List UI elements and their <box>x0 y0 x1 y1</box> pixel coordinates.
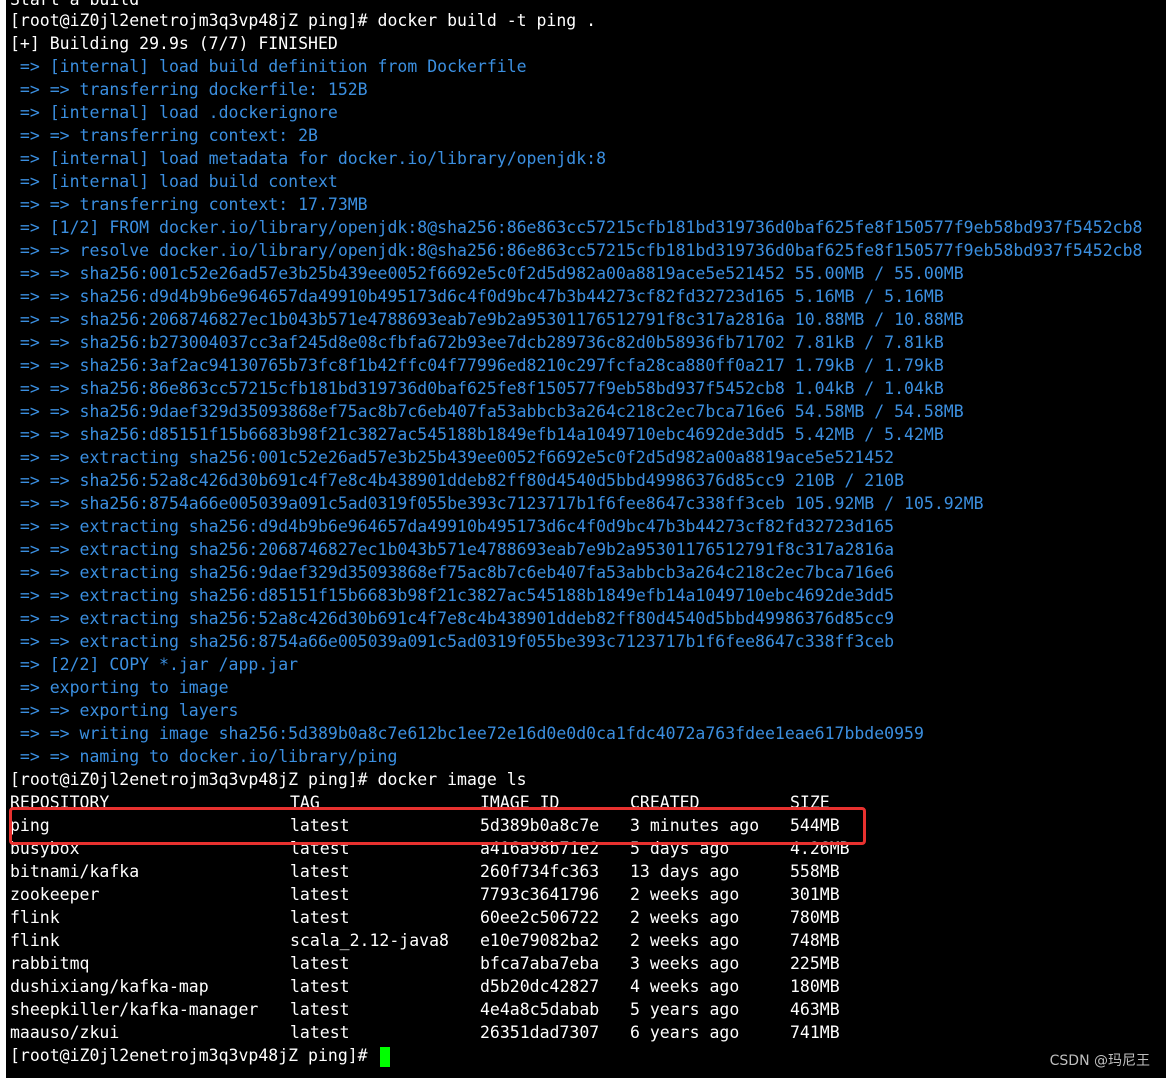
cell-repository: rabbitmq <box>10 954 90 973</box>
build-step-line: => => extracting sha256:d85151f15b6683b9… <box>10 586 895 605</box>
build-step-line: => [2/2] COPY *.jar /app.jar <box>10 655 299 674</box>
build-step-line: => => sha256:3af2ac94130765b73fc8f1b42ff… <box>10 356 944 375</box>
build-step-line: => => exporting layers <box>10 701 239 720</box>
cell-tag: latest <box>290 1000 350 1019</box>
cell-created: 4 weeks ago <box>630 977 740 996</box>
cell-created: 5 years ago <box>630 1000 740 1019</box>
build-step-line: => => extracting sha256:001c52e26ad57e3b… <box>10 448 895 467</box>
build-step-line: => => sha256:86e863cc57215cfb181bd319736… <box>10 379 944 398</box>
cell-image-id: d5b20dc42827 <box>480 977 600 996</box>
terminal-cursor <box>379 1046 390 1067</box>
build-step-line: => [1/2] FROM docker.io/library/openjdk:… <box>10 218 1143 237</box>
image-ls-command-line: [root@iZ0jl2enetrojm3q3vp48jZ ping]# doc… <box>10 770 527 789</box>
build-step-line: => => sha256:d9d4b9b6e964657da49910b4951… <box>10 287 944 306</box>
build-step-line: => => sha256:001c52e26ad57e3b25b439ee005… <box>10 264 964 283</box>
build-step-line: => => transferring context: 2B <box>10 126 318 145</box>
build-step-line: => => extracting sha256:2068746827ec1b04… <box>10 540 895 559</box>
build-step-line: => => writing image sha256:5d389b0a8c7e6… <box>10 724 924 743</box>
build-step-line: => => sha256:d85151f15b6683b98f21c3827ac… <box>10 425 944 444</box>
cell-tag: latest <box>290 954 350 973</box>
cell-tag: scala_2.12-java8 <box>290 931 449 950</box>
cell-image-id: bfca7aba7eba <box>480 954 600 973</box>
build-step-line: => => sha256:9daef329d35093868ef75ac8b7c… <box>10 402 964 421</box>
cell-repository: maauso/zkui <box>10 1023 120 1042</box>
final-prompt-text: [root@iZ0jl2enetrojm3q3vp48jZ ping]# <box>10 1046 378 1065</box>
cell-tag: latest <box>290 977 350 996</box>
build-command-line: [root@iZ0jl2enetrojm3q3vp48jZ ping]# doc… <box>10 11 597 30</box>
build-step-line: => [internal] load build definition from… <box>10 57 527 76</box>
build-step-line: => => extracting sha256:52a8c426d30b691c… <box>10 609 895 628</box>
cell-size: 301MB <box>790 885 840 904</box>
cell-created: 13 days ago <box>630 862 740 881</box>
cell-repository: dushixiang/kafka-map <box>10 977 209 996</box>
cell-repository: zookeeper <box>10 885 100 904</box>
cell-created: 3 weeks ago <box>630 954 740 973</box>
cell-size: 748MB <box>790 931 840 950</box>
cell-tag: latest <box>290 908 350 927</box>
build-step-line: => => transferring dockerfile: 152B <box>10 80 368 99</box>
build-step-line: => => sha256:2068746827ec1b043b571e47886… <box>10 310 964 329</box>
final-prompt-line[interactable]: [root@iZ0jl2enetrojm3q3vp48jZ ping]# <box>10 1044 390 1067</box>
csdn-watermark: CSDN @玛尼王 <box>1049 1053 1150 1069</box>
cell-image-id: 4e4a8c5dabab <box>480 1000 600 1019</box>
cell-size: 741MB <box>790 1023 840 1042</box>
cell-tag: latest <box>290 1023 350 1042</box>
cell-created: 2 weeks ago <box>630 908 740 927</box>
build-step-line: => => extracting sha256:8754a66e005039a0… <box>10 632 895 651</box>
cell-repository: sheepkiller/kafka-manager <box>10 1000 259 1019</box>
cell-created: 6 years ago <box>630 1023 740 1042</box>
cell-size: 558MB <box>790 862 840 881</box>
build-step-line: => => naming to docker.io/library/ping <box>10 747 398 766</box>
cell-tag: latest <box>290 862 350 881</box>
build-step-line: => exporting to image <box>10 678 229 697</box>
build-step-line: => => sha256:52a8c426d30b691c4f7e8c4b438… <box>10 471 905 490</box>
build-step-line: => => extracting sha256:d9d4b9b6e964657d… <box>10 517 895 536</box>
build-step-line: => => sha256:8754a66e005039a091c5ad0319f… <box>10 494 984 513</box>
cell-repository: flink <box>10 908 60 927</box>
build-step-line: => [internal] load metadata for docker.i… <box>10 149 607 168</box>
cell-image-id: 26351dad7307 <box>480 1023 600 1042</box>
cell-size: 780MB <box>790 908 840 927</box>
cell-image-id: 260f734fc363 <box>480 862 600 881</box>
building-status-line: [+] Building 29.9s (7/7) FINISHED <box>10 34 338 53</box>
cell-size: 225MB <box>790 954 840 973</box>
build-step-line: => => extracting sha256:9daef329d3509386… <box>10 563 895 582</box>
cell-image-id: 7793c3641796 <box>480 885 600 904</box>
cell-image-id: 60ee2c506722 <box>480 908 600 927</box>
build-step-line: => => resolve docker.io/library/openjdk:… <box>10 241 1143 260</box>
terminal-window[interactable]: Start a build [root@iZ0jl2enetrojm3q3vp4… <box>6 0 1166 1078</box>
cell-size: 463MB <box>790 1000 840 1019</box>
build-step-line: => => transferring context: 17.73MB <box>10 195 368 214</box>
build-step-line: => => sha256:b273004037cc3af245d8e08cfbf… <box>10 333 944 352</box>
cell-created: 2 weeks ago <box>630 931 740 950</box>
cell-size: 180MB <box>790 977 840 996</box>
highlight-box-ping-row <box>9 807 866 845</box>
build-step-line: => [internal] load build context <box>10 172 338 191</box>
cell-created: 2 weeks ago <box>630 885 740 904</box>
cell-repository: bitnami/kafka <box>10 862 140 881</box>
cell-image-id: e10e79082ba2 <box>480 931 600 950</box>
cell-repository: flink <box>10 931 60 950</box>
cell-tag: latest <box>290 885 350 904</box>
build-step-line: => [internal] load .dockerignore <box>10 103 338 122</box>
